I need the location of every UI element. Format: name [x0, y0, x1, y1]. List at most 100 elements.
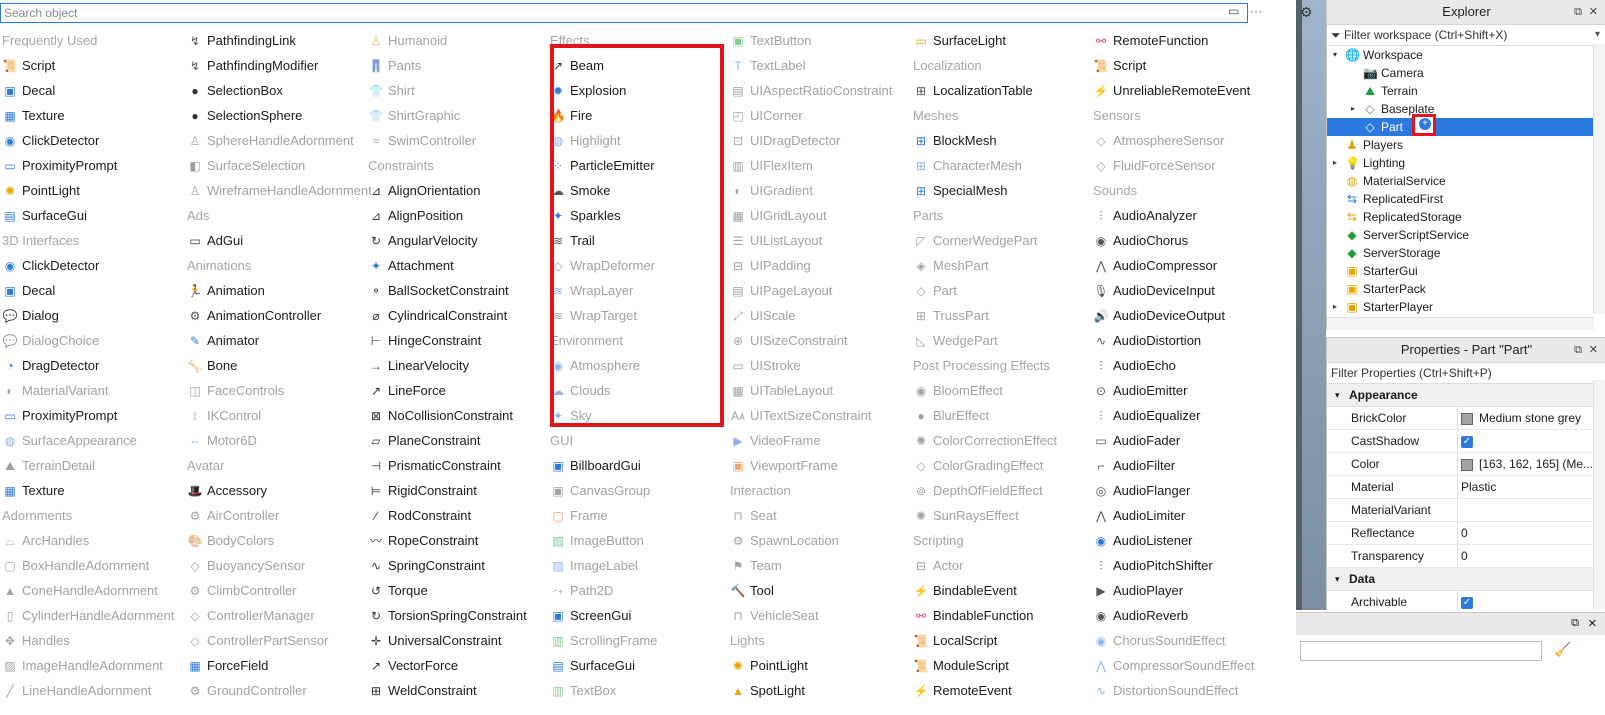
insert-item-atmospheresensor[interactable]: ◇ AtmosphereSensor [1093, 127, 1278, 152]
insert-item-audioanalyzer[interactable]: ⫶ AudioAnalyzer [1093, 202, 1278, 227]
insert-item-uiaspectratioconstraint[interactable]: ▤ UIAspectRatioConstraint [730, 77, 915, 102]
dock-icon[interactable]: ⧉ [1571, 617, 1579, 630]
tree-item-lighting[interactable]: ▸ 💡 Lighting [1327, 154, 1605, 172]
insert-item-textbox[interactable]: ▥ TextBox [550, 677, 735, 702]
insert-item-surfacegui[interactable]: ▤ SurfaceGui [550, 652, 735, 677]
insert-item-uipadding[interactable]: ⊟ UIPadding [730, 252, 915, 277]
insert-item-particleemitter[interactable]: ⁘ ParticleEmitter [550, 152, 735, 177]
insert-item-distortionsoundeffect[interactable]: ∿ DistortionSoundEffect [1093, 677, 1278, 702]
insert-item-vehicleseat[interactable]: ⊓ VehicleSeat [730, 602, 915, 627]
tree-item-serverstorage[interactable]: ◆ ServerStorage [1327, 244, 1605, 262]
insert-item-angularvelocity[interactable]: ↻ AngularVelocity [368, 227, 553, 252]
properties-scrollbar[interactable] [1593, 380, 1605, 609]
tree-item-camera[interactable]: 📷 Camera [1327, 64, 1605, 82]
insert-item-groundcontroller[interactable]: ⚙ GroundController [187, 677, 372, 702]
insert-item-explosion[interactable]: ✹ Explosion [550, 77, 735, 102]
insert-item-motor6d[interactable]: ⇔ Motor6D [187, 427, 372, 452]
insert-item-torque[interactable]: ↺ Torque [368, 577, 553, 602]
insert-item-shirtgraphic[interactable]: 👕 ShirtGraphic [368, 102, 553, 127]
tree-item-part[interactable]: ◇ Part [1327, 118, 1605, 136]
property-value[interactable]: Plastic [1461, 476, 1496, 498]
insert-item-planeconstraint[interactable]: ▱ PlaneConstraint [368, 427, 553, 452]
insert-item-fluidforcesensor[interactable]: ◇ FluidForceSensor [1093, 152, 1278, 177]
insert-item-blockmesh[interactable]: ⊞ BlockMesh [913, 127, 1098, 152]
insert-item-vectorforce[interactable]: ↗ VectorForce [368, 652, 553, 677]
insert-item-audioreverb[interactable]: ◉ AudioReverb [1093, 602, 1278, 627]
insert-item-modulescript[interactable]: 📜 ModuleScript [913, 652, 1098, 677]
chevron-down-icon[interactable]: ▾ [1335, 384, 1340, 406]
insert-item-unreliableremoteevent[interactable]: ⚡ UnreliableRemoteEvent [1093, 77, 1278, 102]
insert-item-uitextsizeconstraint[interactable]: Aᴀ UITextSizeConstraint [730, 402, 915, 427]
insert-item-facecontrols[interactable]: ◫ FaceControls [187, 377, 372, 402]
insert-item-surfacelight[interactable]: ▭ SurfaceLight [913, 27, 1098, 52]
close-icon[interactable]: ✕ [1588, 617, 1597, 630]
insert-item-audioecho[interactable]: ⫶ AudioEcho [1093, 352, 1278, 377]
insert-item-audiolistener[interactable]: ◉ AudioListener [1093, 527, 1278, 552]
insert-item-beam[interactable]: ↗ Beam [550, 52, 735, 77]
insert-item-uidragdetector[interactable]: ⊡ UIDragDetector [730, 127, 915, 152]
insert-item-imagebutton[interactable]: ▨ ImageButton [550, 527, 735, 552]
tree-item-materialservice[interactable]: ◍ MaterialService [1327, 172, 1605, 190]
insert-item-videoframe[interactable]: ▶ VideoFrame [730, 427, 915, 452]
insert-item-proximityprompt[interactable]: ▭ ProximityPrompt [2, 402, 187, 427]
insert-object-button-highlight[interactable]: + [1412, 114, 1436, 136]
insert-item-audiofader[interactable]: ▭ AudioFader [1093, 427, 1278, 452]
insert-item-alignorientation[interactable]: ⊿ AlignOrientation [368, 177, 553, 202]
insert-item-uilistlayout[interactable]: ☰ UIListLayout [730, 227, 915, 252]
insert-item-surfaceselection[interactable]: ◧ SurfaceSelection [187, 152, 372, 177]
expand-arrow-icon[interactable]: ▸ [1333, 154, 1343, 172]
tree-item-terrain[interactable]: ⛰ Terrain [1327, 82, 1605, 100]
insert-item-localscript[interactable]: 📜 LocalScript [913, 627, 1098, 652]
property-value[interactable]: 0 [1461, 522, 1468, 544]
insert-item-charactermesh[interactable]: ⊞ CharacterMesh [913, 152, 1098, 177]
command-input[interactable] [1300, 641, 1542, 661]
insert-item-script[interactable]: 📜 Script [1093, 52, 1278, 77]
tree-item-replicatedfirst[interactable]: ⇆ ReplicatedFirst [1327, 190, 1605, 208]
insert-item-universalconstraint[interactable]: ✛ UniversalConstraint [368, 627, 553, 652]
insert-item-humanoid[interactable]: ♙ Humanoid [368, 27, 553, 52]
property-section-data[interactable]: ▾ Data [1327, 568, 1605, 591]
insert-item-trusspart[interactable]: ⊞ TrussPart [913, 302, 1098, 327]
view-toggle-icon[interactable]: ▭ [1228, 4, 1239, 18]
insert-item-bone[interactable]: 🦴 Bone [187, 352, 372, 377]
insert-item-animationcontroller[interactable]: ⚙ AnimationController [187, 302, 372, 327]
tree-item-replicatedstorage[interactable]: ⇆ ReplicatedStorage [1327, 208, 1605, 226]
tree-item-startergui[interactable]: ▣ StarterGui [1327, 262, 1605, 280]
insert-item-remotefunction[interactable]: ⚯ RemoteFunction [1093, 27, 1278, 52]
insert-item-terraindetail[interactable]: ⛰ TerrainDetail [2, 452, 187, 477]
insert-item-compressorsoundeffect[interactable]: ⋀ CompressorSoundEffect [1093, 652, 1278, 677]
insert-item-springconstraint[interactable]: ∿ SpringConstraint [368, 552, 553, 577]
insert-item-shirt[interactable]: 👕 Shirt [368, 77, 553, 102]
insert-item-pathfindinglink[interactable]: ↯ PathfindingLink [187, 27, 372, 52]
insert-item-billboardgui[interactable]: ▣ BillboardGui [550, 452, 735, 477]
tree-item-starterpack[interactable]: ▣ StarterPack [1327, 280, 1605, 298]
chevron-down-icon[interactable]: ▾ [1335, 568, 1340, 590]
insert-item-rodconstraint[interactable]: ⁄ RodConstraint [368, 502, 553, 527]
insert-item-audiodeviceinput[interactable]: 🎙 AudioDeviceInput [1093, 277, 1278, 302]
insert-item-animation[interactable]: 🏃 Animation [187, 277, 372, 302]
insert-item-fire[interactable]: 🔥 Fire [550, 102, 735, 127]
insert-item-dragdetector[interactable]: ◔ DragDetector [2, 352, 187, 377]
insert-item-climbcontroller[interactable]: ⚙ ClimbController [187, 577, 372, 602]
insert-item-sky[interactable]: ✦ Sky [550, 402, 735, 427]
insert-item-tool[interactable]: 🔨 Tool [730, 577, 915, 602]
insert-item-ikcontrol[interactable]: ⟟ IKControl [187, 402, 372, 427]
insert-item-dialog[interactable]: 💬 Dialog [2, 302, 187, 327]
insert-item-part[interactable]: ◇ Part [913, 277, 1098, 302]
property-value[interactable]: [163, 162, 165] (Me... [1461, 453, 1593, 475]
insert-item-wraplayer[interactable]: ≋ WrapLayer [550, 277, 735, 302]
insert-item-uiscale[interactable]: ⤢ UIScale [730, 302, 915, 327]
insert-item-sparkles[interactable]: ✦ Sparkles [550, 202, 735, 227]
insert-item-imagelabel[interactable]: ▨ ImageLabel [550, 552, 735, 577]
insert-item-cornerwedgepart[interactable]: ◸ CornerWedgePart [913, 227, 1098, 252]
insert-item-selectionsphere[interactable]: ● SelectionSphere [187, 102, 372, 127]
insert-item-selectionbox[interactable]: ● SelectionBox [187, 77, 372, 102]
insert-item-uipagelayout[interactable]: ▤ UIPageLayout [730, 277, 915, 302]
insert-item-pointlight[interactable]: ✺ PointLight [730, 652, 915, 677]
close-icon[interactable]: ✕ [1589, 338, 1598, 362]
insert-item-frame[interactable]: ▢ Frame [550, 502, 735, 527]
insert-item-audioemitter[interactable]: ⊙ AudioEmitter [1093, 377, 1278, 402]
insert-item-actor[interactable]: ⊟ Actor [913, 552, 1098, 577]
insert-item-bindablefunction[interactable]: ⚯ BindableFunction [913, 602, 1098, 627]
add-object-icon[interactable]: + [1419, 118, 1431, 130]
